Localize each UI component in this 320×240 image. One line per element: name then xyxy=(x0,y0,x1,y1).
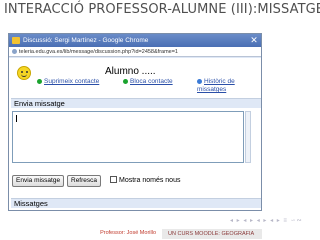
remove-contact-icon xyxy=(37,78,42,84)
send-message-heading: Envia missatge xyxy=(11,98,261,108)
text-caret xyxy=(16,115,17,122)
message-textarea[interactable] xyxy=(12,111,244,163)
textarea-scrollbar[interactable] xyxy=(245,111,251,163)
address-bar[interactable]: teleria.edu.gva.es/lib/message/discussio… xyxy=(9,47,261,57)
messages-heading: Missatges xyxy=(11,198,261,208)
window-title: Discussió: Sergi Martínez - Google Chrom… xyxy=(23,37,149,44)
new-only-option[interactable]: Mostra només nous xyxy=(110,176,180,184)
user-avatar-icon xyxy=(17,66,31,80)
window-app-icon xyxy=(12,37,20,44)
presentation-nav-icons[interactable]: ◂ ▸ ◂ ▸ ◂ ▸ ◂ ▸ ≡ ∽∾ xyxy=(230,217,303,224)
slide-footer: Professor: José Morillo UN CURS MOODLE: … xyxy=(0,226,320,240)
chrome-popup-window: Discussió: Sergi Martínez - Google Chrom… xyxy=(8,33,262,211)
message-history-link[interactable]: Històric de missatges xyxy=(197,78,255,94)
footer-course: UN CURS MOODLE: GEOGRAFIA xyxy=(162,229,262,239)
send-message-button[interactable]: Envia missatge xyxy=(12,175,65,187)
slide-title: INTERACCIÓ PROFESSOR-ALUMNE (III):MISSAT… xyxy=(0,0,320,26)
remove-contact-link[interactable]: Suprimeix contacte xyxy=(37,78,99,85)
new-only-checkbox[interactable] xyxy=(110,176,117,183)
block-contact-link[interactable]: Bloca contacte xyxy=(123,78,173,85)
student-name: Alumno ..... xyxy=(105,66,156,77)
page-info-icon xyxy=(12,49,17,54)
block-contact-icon xyxy=(123,78,128,84)
address-bar-url: teleria.edu.gva.es/lib/message/discussio… xyxy=(19,49,178,55)
footer-author: Professor: José Morillo xyxy=(100,230,156,236)
discussion-content: Alumno ..... Suprimeix contacte Bloca co… xyxy=(9,58,261,210)
close-icon[interactable]: ✕ xyxy=(249,35,259,45)
refresh-button[interactable]: Refresca xyxy=(67,175,102,187)
window-titlebar[interactable]: Discussió: Sergi Martínez - Google Chrom… xyxy=(9,34,261,47)
history-icon xyxy=(197,78,202,84)
